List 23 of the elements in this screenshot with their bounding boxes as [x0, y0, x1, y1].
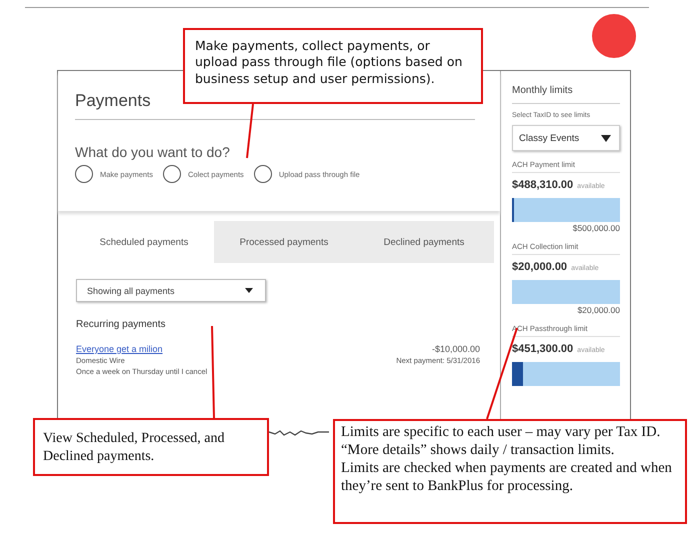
- tab[interactable]: Processed payments: [214, 221, 354, 263]
- available-amount: $451,300.00: [512, 343, 574, 355]
- payment-link[interactable]: Everyone get a milion: [76, 344, 208, 354]
- tab[interactable]: Scheduled payments: [74, 221, 214, 263]
- caret-icon: [245, 288, 253, 293]
- callout-note: View Scheduled, Processed, and Declined payments.: [33, 418, 269, 476]
- connector-line: [268, 430, 329, 436]
- available-amount: $488,310.00: [512, 179, 574, 191]
- status-dot: [592, 14, 636, 58]
- payment-amount: -$10,000.00: [432, 344, 480, 354]
- limits-title: Monthly limits: [512, 85, 620, 104]
- callout-note: Limits are specific to each user – may vary per Tax ID. “More details” shows daily / transaction limits. Limits are checked when payments are created and when they’re sent to BankPlus for processing.: [333, 419, 687, 524]
- filter-dropdown[interactable]: Showing all payments: [76, 279, 266, 302]
- available-amount: $20,000.00: [512, 261, 568, 273]
- caret-icon: [601, 134, 611, 142]
- callout-note: Make payments, collect payments, or upload pass through file (options based on business setup and user permissions).: [183, 28, 483, 104]
- tab[interactable]: Declined payments: [354, 221, 494, 263]
- limit-max: $20,000.00: [576, 305, 620, 315]
- section-heading: Recurring payments: [76, 319, 166, 330]
- limit-max: $500,000.00: [572, 223, 620, 233]
- question-label: What do you want to do?: [75, 144, 231, 160]
- taxid-dropdown[interactable]: Classy Events: [512, 125, 620, 151]
- leader-line: [246, 104, 254, 158]
